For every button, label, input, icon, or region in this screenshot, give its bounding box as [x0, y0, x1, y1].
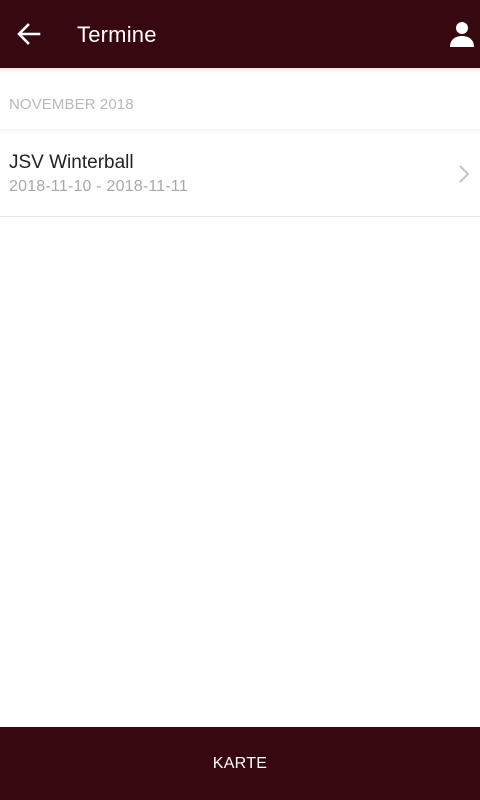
event-dates: 2018-11-10 - 2018-11-11 [9, 178, 188, 195]
map-button[interactable]: KARTE [0, 727, 480, 800]
list-divider-bottom [0, 216, 480, 217]
header-shadow [0, 68, 480, 73]
person-icon [450, 22, 474, 47]
arrow-left-icon [17, 23, 41, 45]
section-header-month: NOVEMBER 2018 [9, 96, 134, 113]
page-title: Termine [77, 22, 157, 47]
app-header: Termine [0, 0, 480, 68]
event-title: JSV Winterball [9, 152, 134, 173]
chevron-right-icon [459, 165, 470, 183]
app-root: Termine NOVEMBER 2018 JSV Winterball 201… [0, 0, 480, 800]
event-list-item[interactable]: JSV Winterball 2018-11-10 - 2018-11-11 [0, 134, 480, 216]
user-profile-button[interactable] [446, 17, 478, 51]
back-button[interactable] [12, 16, 46, 52]
map-button-label: KARTE [212, 754, 268, 772]
